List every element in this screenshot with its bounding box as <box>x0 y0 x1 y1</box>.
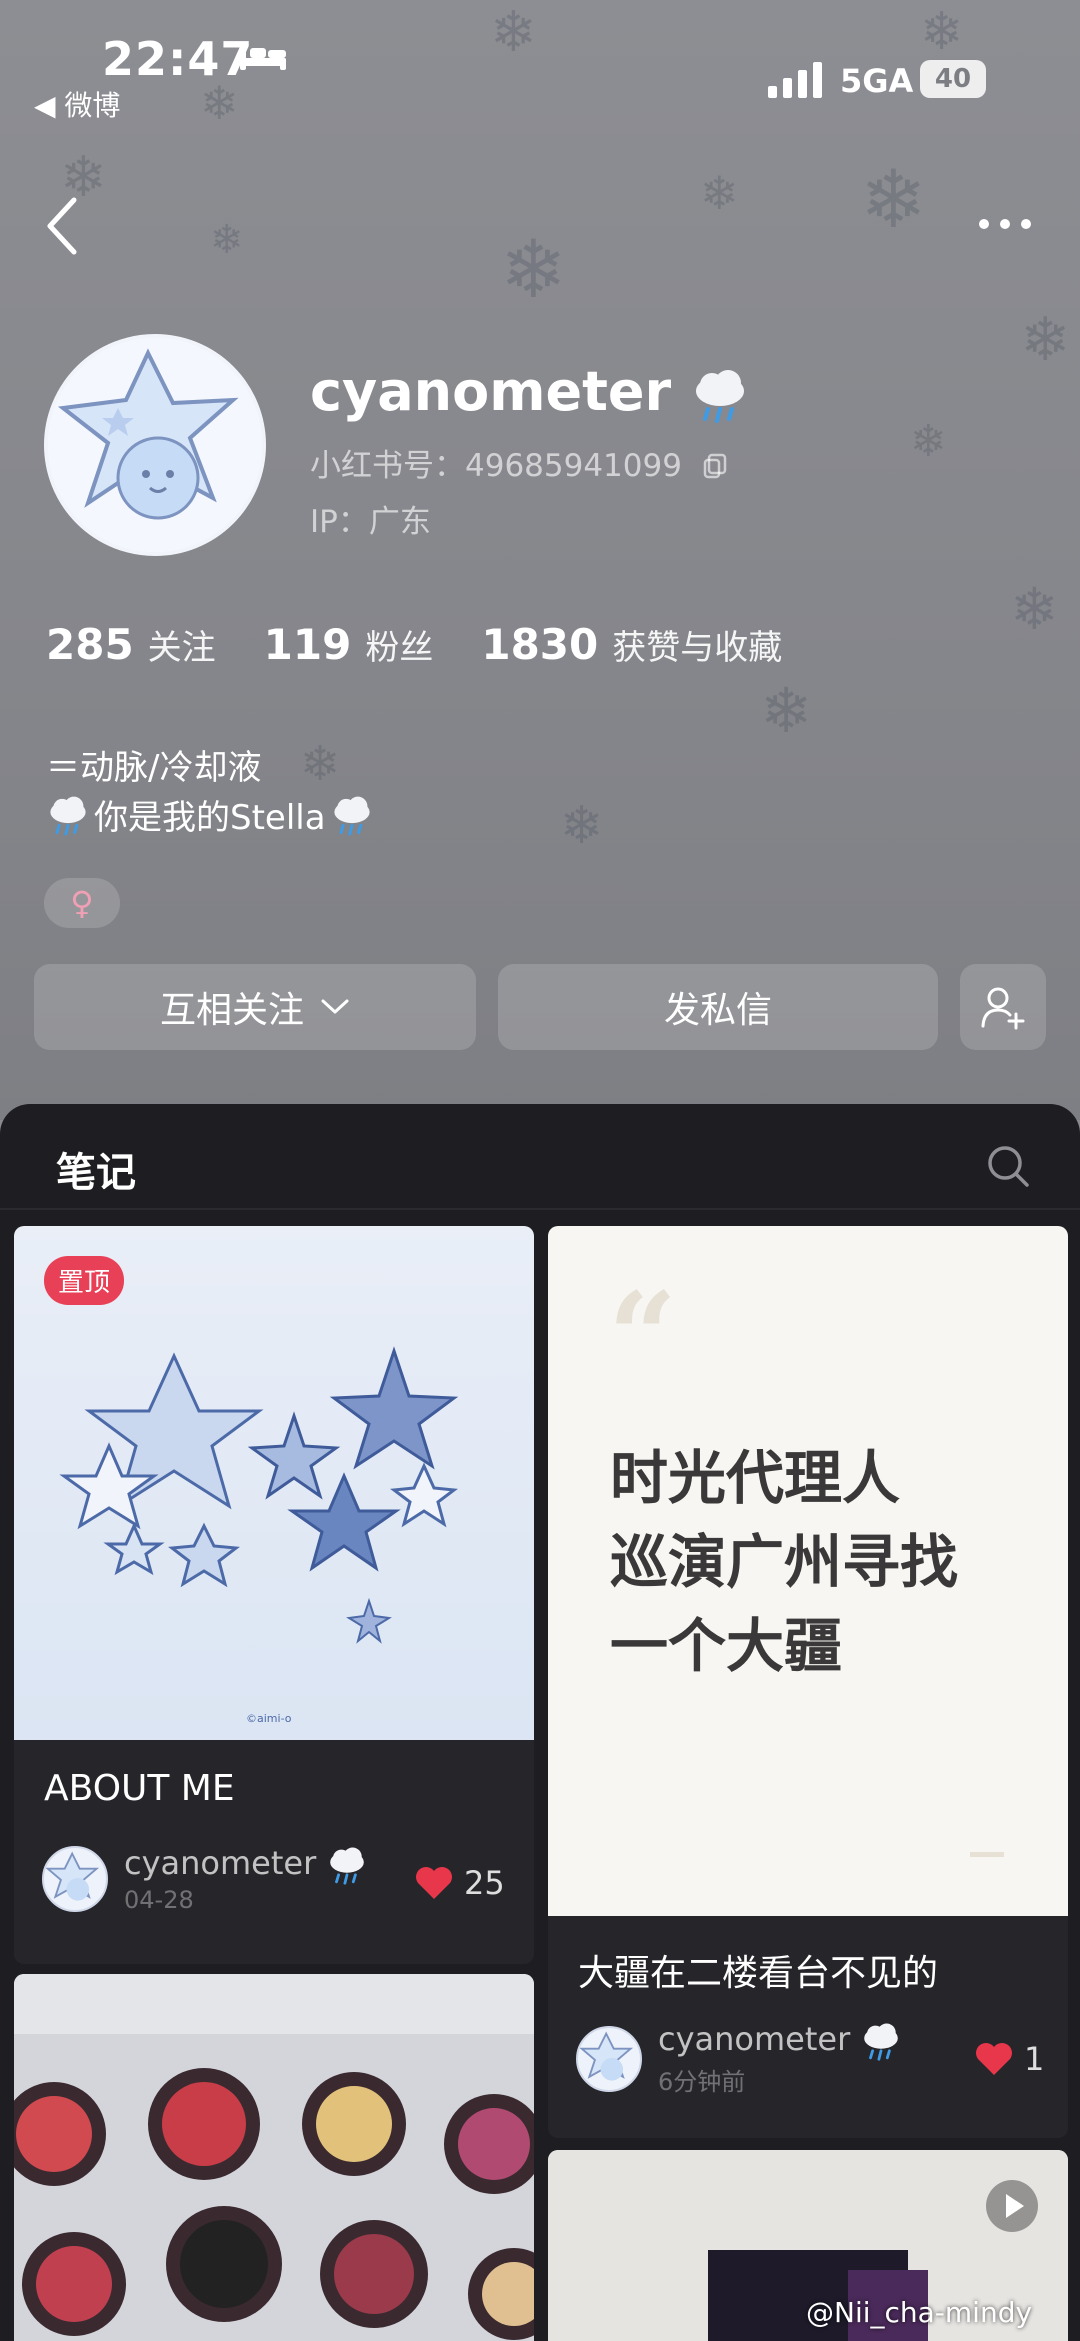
send-message-button[interactable]: 发私信 <box>498 964 938 1050</box>
quote-line: 一个大疆 <box>610 1612 843 1680</box>
gender-badge: ♀ <box>44 878 120 928</box>
stat-following[interactable]: 285 关注 <box>46 620 216 669</box>
stat-number: 119 <box>263 620 352 669</box>
stat-number: 285 <box>46 620 134 669</box>
author-name: cyanometer <box>658 2020 902 2062</box>
note-card[interactable] <box>14 1974 534 2341</box>
quote-mark-icon: “ <box>608 1266 678 1407</box>
play-icon <box>986 2180 1038 2232</box>
sleep-mode-icon <box>240 44 286 70</box>
bio-line: ＝动脉/冷却液 <box>46 748 262 788</box>
avatar[interactable] <box>44 334 266 556</box>
snowflake-icon: ❄ <box>920 2 964 62</box>
note-date: 6分钟前 <box>658 2068 746 2096</box>
quote-text: 时光代理人 巡演广州寻找 一个大疆 <box>610 1436 958 1688</box>
profile-header: ❄ ❄ ❄ ❄ ❄ ❄ ❄ ❄ ❄ ❄ ❄ ❄ ❄ ❄ 22:47 ◀ 微博 5… <box>0 0 1080 1120</box>
pinned-badge: 置顶 <box>44 1256 125 1305</box>
back-to-weibo-link[interactable]: ◀ 微博 <box>34 84 120 124</box>
rain-cloud-icon <box>330 1847 365 1885</box>
snowflake-icon: ❄ <box>490 0 537 65</box>
ip-location: IP：广东 <box>310 504 431 540</box>
author-name-text: cyanometer <box>658 2020 851 2058</box>
star-character-image <box>579 2031 634 2081</box>
snowflake-icon: ❄ <box>760 674 812 747</box>
stat-likes-collects[interactable]: 1830 获赞与收藏 <box>481 620 782 669</box>
snowflake-icon: ❄ <box>860 153 928 246</box>
author-name: cyanometer <box>124 1844 368 1886</box>
note-cover-image: “ 时光代理人 巡演广州寻找 一个大疆 <box>548 1226 1068 1916</box>
author-avatar <box>576 2025 642 2092</box>
snowflake-icon: ❄ <box>560 796 604 856</box>
heart-icon <box>976 2043 1012 2075</box>
status-time: 22:47 <box>102 32 254 86</box>
rain-cloud-icon <box>695 370 744 424</box>
svg-text:©aimi-o: ©aimi-o <box>246 1712 292 1725</box>
search-icon[interactable] <box>986 1144 1030 1188</box>
heart-icon <box>416 1867 452 1899</box>
snowflake-icon: ❄ <box>500 223 568 316</box>
chevron-down-icon <box>321 999 349 1014</box>
like-count-value: 1 <box>1024 2040 1045 2078</box>
profile-stats: 285 关注 119 粉丝 1830 获赞与收藏 <box>46 620 782 669</box>
bio-line: 你是我的Stella <box>46 790 374 839</box>
snowflake-icon: ❄ <box>1020 305 1071 375</box>
author-name-text: cyanometer <box>124 1844 317 1882</box>
stat-label: 获赞与收藏 <box>612 628 783 668</box>
username-text: cyanometer <box>310 360 672 423</box>
xhs-id-row: 小红书号：49685941099 <box>310 440 728 485</box>
stat-label: 粉丝 <box>365 628 434 668</box>
back-icon[interactable] <box>44 196 80 256</box>
snowflake-icon: ❄ <box>700 166 739 220</box>
stat-label: 关注 <box>147 628 216 668</box>
rain-cloud-icon <box>864 2023 899 2061</box>
note-title: 大疆在二楼看台不见的 <box>578 1953 939 1994</box>
snowflake-icon: ❄ <box>1010 575 1059 643</box>
notes-panel: 笔记 ©aimi-o 置顶 ABOUT ME cyanometer 04-28 … <box>0 1104 1080 2341</box>
rain-cloud-icon <box>333 796 370 836</box>
copy-icon[interactable] <box>702 453 728 479</box>
mutual-follow-button[interactable]: 互相关注 <box>34 964 476 1050</box>
snowflake-icon: ❄ <box>300 736 341 792</box>
signal-icon <box>768 62 822 98</box>
rain-cloud-icon <box>50 796 86 836</box>
more-icon[interactable] <box>978 214 1032 234</box>
network-type: 5GA <box>840 62 914 100</box>
snowflake-icon: ❄ <box>200 76 239 130</box>
bio-text: 你是我的Stella <box>94 798 326 838</box>
note-card[interactable]: “ 时光代理人 巡演广州寻找 一个大疆 大疆在二楼看台不见的 cyanomete… <box>548 1226 1068 2138</box>
tab-notes[interactable]: 笔记 <box>56 1140 136 1198</box>
note-cover-image <box>14 1974 534 2341</box>
note-date: 04-28 <box>124 1886 194 1914</box>
note-author[interactable]: cyanometer 6分钟前 <box>576 2020 902 2097</box>
add-friend-button[interactable] <box>960 964 1046 1050</box>
quote-end-mark <box>970 1852 1004 1857</box>
quote-line: 巡演广州寻找 <box>610 1528 959 1596</box>
star-character-image <box>48 338 262 552</box>
note-card[interactable]: ©aimi-o 置顶 ABOUT ME cyanometer 04-28 25 <box>14 1226 534 1964</box>
send-message-label: 发私信 <box>663 990 772 1031</box>
snowflake-icon: ❄ <box>910 416 947 467</box>
like-count-value: 25 <box>464 1864 505 1902</box>
quote-line: 时光代理人 <box>610 1444 901 1512</box>
like-count[interactable]: 1 <box>974 2040 1044 2078</box>
note-author[interactable]: cyanometer 04-28 <box>42 1844 368 1914</box>
star-character-image <box>45 1851 100 1901</box>
like-count[interactable]: 25 <box>414 1864 505 1902</box>
username: cyanometer <box>310 360 750 425</box>
tab-divider <box>0 1208 1080 1210</box>
note-title: ABOUT ME <box>44 1768 235 1809</box>
stat-followers[interactable]: 119 粉丝 <box>264 620 434 669</box>
mutual-follow-label: 互相关注 <box>159 990 304 1031</box>
battery-indicator: 40 <box>920 60 986 98</box>
xhs-id: 小红书号：49685941099 <box>310 448 682 484</box>
weibo-watermark: @Nii_cha-mindy <box>806 2296 1033 2329</box>
stat-number: 1830 <box>481 620 599 669</box>
add-user-icon <box>981 987 1025 1030</box>
author-avatar <box>42 1846 108 1912</box>
snowflake-icon: ❄ <box>210 217 244 263</box>
